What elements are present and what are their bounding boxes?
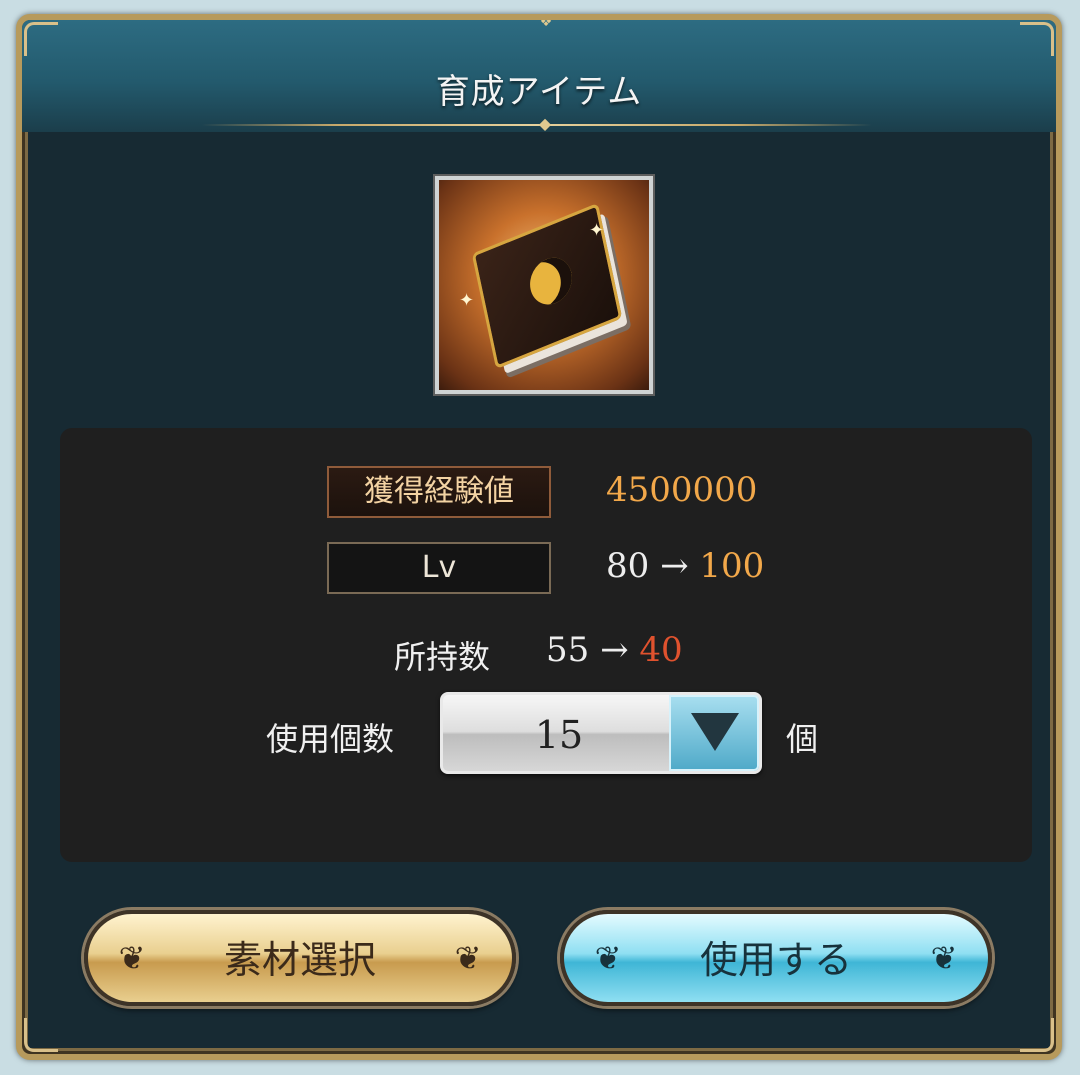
ornament-left-icon: ❦ bbox=[594, 939, 622, 977]
exp-label: 獲得経験値 bbox=[327, 466, 551, 518]
arrow-icon: → bbox=[660, 546, 689, 586]
dialog-title: 育成アイテム bbox=[435, 72, 643, 112]
header-ornament-icon: ◆ bbox=[538, 114, 552, 133]
material-select-button[interactable]: ❦ 素材選択 ❦ bbox=[84, 910, 516, 1006]
unit-label: 個 bbox=[786, 720, 819, 758]
material-select-label: 素材選択 bbox=[223, 938, 376, 982]
lv-from: 80 bbox=[606, 546, 650, 586]
owned-to: 40 bbox=[639, 630, 683, 670]
chevron-down-icon bbox=[691, 713, 739, 751]
use-count-label: 使用個数 bbox=[266, 720, 395, 758]
dropdown-button[interactable] bbox=[669, 695, 759, 771]
owned-change: 55 → 40 bbox=[546, 630, 683, 670]
owned-from: 55 bbox=[546, 630, 590, 670]
frame-corner bbox=[1020, 22, 1054, 56]
sparkle-icon: ✦ bbox=[459, 290, 475, 311]
lv-change: 80 → 100 bbox=[606, 546, 764, 586]
use-button[interactable]: ❦ 使用する ❦ bbox=[560, 910, 992, 1006]
exp-value: 4500000 bbox=[606, 470, 758, 510]
ornament-left-icon: ❦ bbox=[118, 939, 146, 977]
use-count-select[interactable]: 15 bbox=[440, 692, 762, 774]
ornament-right-icon: ❦ bbox=[930, 939, 958, 977]
frame-corner bbox=[24, 1018, 58, 1052]
owned-label: 所持数 bbox=[394, 638, 491, 676]
top-ornament-icon: ❖ bbox=[539, 14, 553, 30]
item-dialog: ❖ 育成アイテム ◆ ✦ ✦ 獲得経験値 4500000 Lv 80 → 100… bbox=[16, 14, 1062, 1060]
sparkle-icon: ✦ bbox=[589, 220, 605, 241]
use-label: 使用する bbox=[699, 938, 852, 982]
use-count-value: 15 bbox=[534, 713, 584, 757]
crescent-moon-icon bbox=[525, 251, 577, 312]
arrow-icon: → bbox=[600, 630, 629, 670]
frame-corner bbox=[1020, 1018, 1054, 1052]
item-thumbnail: ✦ ✦ bbox=[435, 176, 653, 394]
ornament-right-icon: ❦ bbox=[454, 939, 482, 977]
lv-label: Lv bbox=[327, 542, 551, 594]
frame-corner bbox=[24, 22, 58, 56]
lv-to: 100 bbox=[699, 546, 765, 586]
info-panel: 獲得経験値 4500000 Lv 80 → 100 所持数 55 → 40 使用… bbox=[60, 428, 1032, 862]
dialog-header: ❖ 育成アイテム ◆ bbox=[22, 20, 1056, 133]
